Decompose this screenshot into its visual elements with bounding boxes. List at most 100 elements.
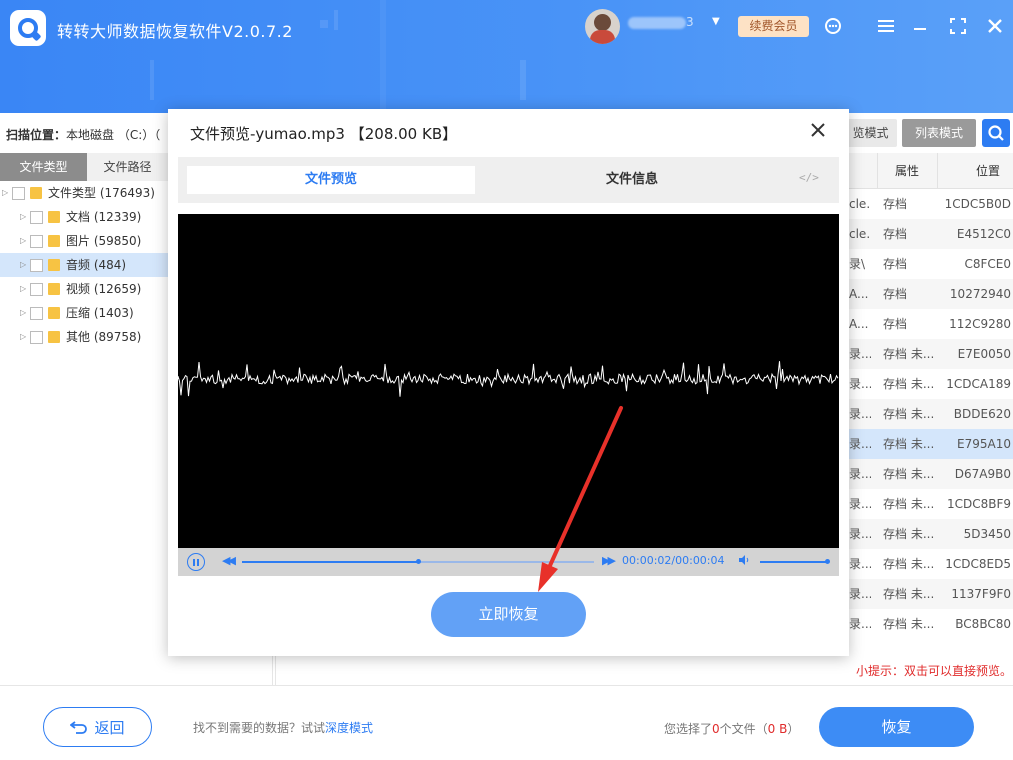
- close-icon[interactable]: [984, 15, 1006, 37]
- table-row[interactable]: 录... 存档 未... 1CDCA189: [849, 369, 1013, 399]
- dialog-title: 文件预览-yumao.mp3 【208.00 KB】: [190, 125, 458, 143]
- search-button[interactable]: [982, 119, 1010, 147]
- deep-mode-link[interactable]: 深度模式: [325, 721, 373, 735]
- player-controls: ◀◀ ▶▶ 00:00:02/00:00:04: [178, 548, 839, 576]
- file-table: 属性 位置 cle... 存档 1CDC5B0D cle... 存档 E4512C0 录\ 存…: [849, 153, 1013, 639]
- tree-item[interactable]: ▷ 压缩 (1403): [0, 301, 168, 325]
- tree-item[interactable]: ▷ 文档 (12339): [0, 205, 168, 229]
- checkbox[interactable]: [12, 187, 25, 200]
- avatar[interactable]: [585, 9, 620, 44]
- pause-button[interactable]: [187, 553, 205, 571]
- waveform-line: [178, 361, 839, 397]
- header-decoration: [334, 10, 338, 30]
- tab-file-info[interactable]: 文件信息: [488, 166, 776, 194]
- table-row[interactable]: 录... 存档 未... 1CDC8BF9: [849, 489, 1013, 519]
- audio-waveform-display: [178, 214, 839, 576]
- tab-file-path[interactable]: 文件路径: [87, 153, 168, 181]
- cell-location: C8FCE0: [964, 257, 1011, 271]
- cell-location: 1CDCA189: [946, 377, 1011, 391]
- left-tabs: 文件类型 文件路径: [0, 153, 168, 181]
- cell-location: 5D3450: [963, 527, 1011, 541]
- support-icon[interactable]: [822, 15, 844, 37]
- checkbox[interactable]: [30, 307, 43, 320]
- expand-triangle-icon[interactable]: ▷: [20, 229, 26, 253]
- thumbnail-mode-button[interactable]: 览模式: [844, 119, 897, 147]
- back-button[interactable]: 返回: [43, 707, 152, 747]
- expand-triangle-icon[interactable]: ▷: [20, 301, 26, 325]
- folder-icon: [48, 331, 60, 343]
- table-row[interactable]: 录\ 存档 C8FCE0: [849, 249, 1013, 279]
- column-header-location[interactable]: 位置: [976, 153, 1000, 189]
- dialog-tabs: 文件预览 文件信息 </>: [178, 157, 839, 203]
- tree-item[interactable]: ▷ 其他 (89758): [0, 325, 168, 349]
- table-row[interactable]: 录... 存档 未... D67A9B0: [849, 459, 1013, 489]
- table-row[interactable]: 录... 存档 未... 5D3450: [849, 519, 1013, 549]
- cell-attr: 存档 未...: [883, 497, 935, 511]
- rewind-icon[interactable]: ◀◀: [222, 554, 236, 567]
- tree-item[interactable]: ▷ 视频 (12659): [0, 277, 168, 301]
- minimize-icon[interactable]: [909, 15, 931, 37]
- cell-path: 录...: [849, 557, 871, 571]
- restore-now-button[interactable]: 立即恢复: [431, 592, 586, 637]
- table-row[interactable]: 录... 存档 未... 1CDC8ED5: [849, 549, 1013, 579]
- cell-attr: 存档: [883, 257, 908, 271]
- table-row[interactable]: 录... 存档 未... BC8BC80: [849, 609, 1013, 639]
- cell-path: 录...: [849, 527, 871, 541]
- tab-file-type[interactable]: 文件类型: [0, 153, 87, 181]
- cell-path: cle...: [849, 197, 871, 211]
- table-row[interactable]: 录... 存档 未... BDDE620: [849, 399, 1013, 429]
- table-row[interactable]: A... 存档 112C9280: [849, 309, 1013, 339]
- checkbox[interactable]: [30, 211, 43, 224]
- cell-location: 112C9280: [949, 317, 1011, 331]
- cell-path: 录...: [849, 587, 871, 601]
- checkbox[interactable]: [30, 235, 43, 248]
- code-icon[interactable]: </>: [799, 171, 819, 184]
- chevron-down-icon[interactable]: ▼: [712, 16, 720, 27]
- header-decoration: [520, 60, 526, 100]
- expand-triangle-icon[interactable]: ▷: [2, 181, 8, 205]
- tree-item[interactable]: ▷ 图片 (59850): [0, 229, 168, 253]
- cell-path: 录...: [849, 437, 871, 451]
- table-row[interactable]: 录... 存档 未... E795A10: [849, 429, 1013, 459]
- table-row[interactable]: A... 存档 10272940: [849, 279, 1013, 309]
- checkbox[interactable]: [30, 331, 43, 344]
- checkbox[interactable]: [30, 283, 43, 296]
- tree-item[interactable]: ▷ 文件类型 (176493): [0, 181, 168, 205]
- table-row[interactable]: 录... 存档 未... 1137F9F0: [849, 579, 1013, 609]
- volume-slider[interactable]: [760, 559, 830, 564]
- table-row[interactable]: 录... 存档 未... E7E0050: [849, 339, 1013, 369]
- volume-icon[interactable]: [738, 554, 750, 569]
- menu-icon[interactable]: [875, 15, 897, 37]
- cell-location: D67A9B0: [954, 467, 1011, 481]
- dialog-close-icon[interactable]: [807, 121, 829, 143]
- table-header: 属性 位置: [849, 153, 1013, 189]
- expand-triangle-icon[interactable]: ▷: [20, 205, 26, 229]
- tab-file-preview[interactable]: 文件预览: [187, 166, 475, 194]
- tree-item-label: 音频 (484): [66, 258, 127, 272]
- cell-path: A...: [849, 317, 869, 331]
- tree-item[interactable]: ▷ 音频 (484): [0, 253, 168, 277]
- cell-location: 1137F9F0: [951, 587, 1011, 601]
- user-name[interactable]: 3: [628, 15, 708, 29]
- expand-triangle-icon[interactable]: ▷: [20, 277, 26, 301]
- expand-triangle-icon[interactable]: ▷: [20, 253, 26, 277]
- cell-path: 录\: [849, 257, 866, 271]
- fast-forward-icon[interactable]: ▶▶: [602, 554, 616, 567]
- vip-renew-button[interactable]: 续费会员: [738, 16, 809, 37]
- maximize-icon[interactable]: [947, 15, 969, 37]
- tree-item-label: 文档 (12339): [66, 210, 142, 224]
- cell-attr: 存档 未...: [883, 467, 935, 481]
- cell-attr: 存档 未...: [883, 377, 935, 391]
- footer: 返回 找不到需要的数据？试试深度模式 您选择了0个文件（0 B） 恢复: [0, 685, 1013, 760]
- checkbox[interactable]: [30, 259, 43, 272]
- table-row[interactable]: cle... 存档 1CDC5B0D: [849, 189, 1013, 219]
- cell-attr: 存档: [883, 287, 908, 301]
- progress-track[interactable]: [242, 559, 594, 564]
- column-header-attr[interactable]: 属性: [895, 153, 919, 189]
- preview-dialog: 文件预览-yumao.mp3 【208.00 KB】 文件预览 文件信息 </>…: [168, 109, 849, 656]
- list-mode-button[interactable]: 列表模式: [902, 119, 976, 147]
- expand-triangle-icon[interactable]: ▷: [20, 325, 26, 349]
- recover-button[interactable]: 恢复: [819, 707, 974, 747]
- cell-attr: 存档 未...: [883, 527, 935, 541]
- table-row[interactable]: cle... 存档 E4512C0: [849, 219, 1013, 249]
